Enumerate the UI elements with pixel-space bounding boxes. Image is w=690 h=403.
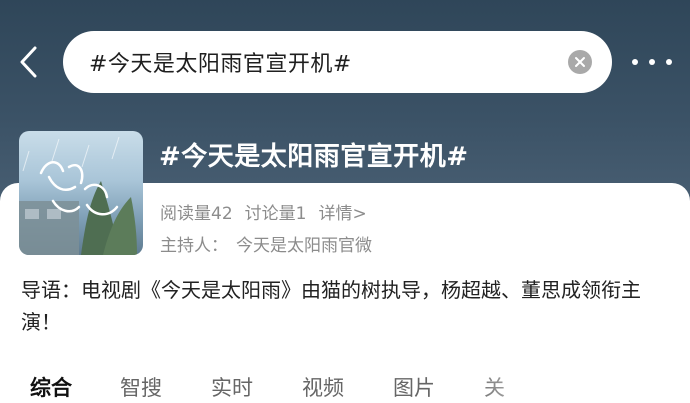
more-icon	[666, 59, 672, 65]
topic-intro: 导语：电视剧《今天是太阳雨》由猫的树执导，杨超越、董思成领衔主演！	[21, 278, 641, 334]
topic-host: 主持人： 今天是太阳雨官微	[160, 231, 372, 256]
tab-video[interactable]: 视频	[302, 372, 344, 402]
tab-comprehensive[interactable]: 综合	[30, 372, 72, 402]
cover-artwork	[19, 136, 137, 255]
more-icon	[632, 59, 638, 65]
chevron-left-icon	[20, 46, 37, 78]
search-input[interactable]: #今天是太阳雨官宣开机#	[89, 46, 352, 78]
tab-pictures[interactable]: 图片	[393, 372, 435, 402]
host-name[interactable]: 今天是太阳雨官微	[236, 231, 372, 256]
tab-bar: 综合 智搜 实时 视频 图片 关	[0, 366, 690, 403]
clear-icon	[575, 57, 585, 67]
more-button[interactable]	[632, 55, 672, 69]
discussion-count: 讨论量1	[244, 204, 307, 224]
tab-realtime[interactable]: 实时	[211, 372, 253, 402]
more-icon	[649, 59, 655, 65]
tab-smart-search[interactable]: 智搜	[120, 372, 162, 402]
search-bar[interactable]: #今天是太阳雨官宣开机#	[63, 31, 612, 93]
back-button[interactable]	[14, 44, 44, 80]
clear-button[interactable]	[568, 50, 592, 74]
read-count: 阅读量42	[160, 204, 233, 224]
topic-cover-image[interactable]	[19, 131, 143, 255]
topic-title: #今天是太阳雨官宣开机#	[159, 142, 469, 172]
tab-bar-fade	[470, 366, 690, 403]
details-link[interactable]: 详情>	[318, 199, 366, 224]
host-label: 主持人：	[160, 236, 228, 256]
topic-stats: 阅读量42 讨论量1 详情>	[160, 199, 367, 224]
